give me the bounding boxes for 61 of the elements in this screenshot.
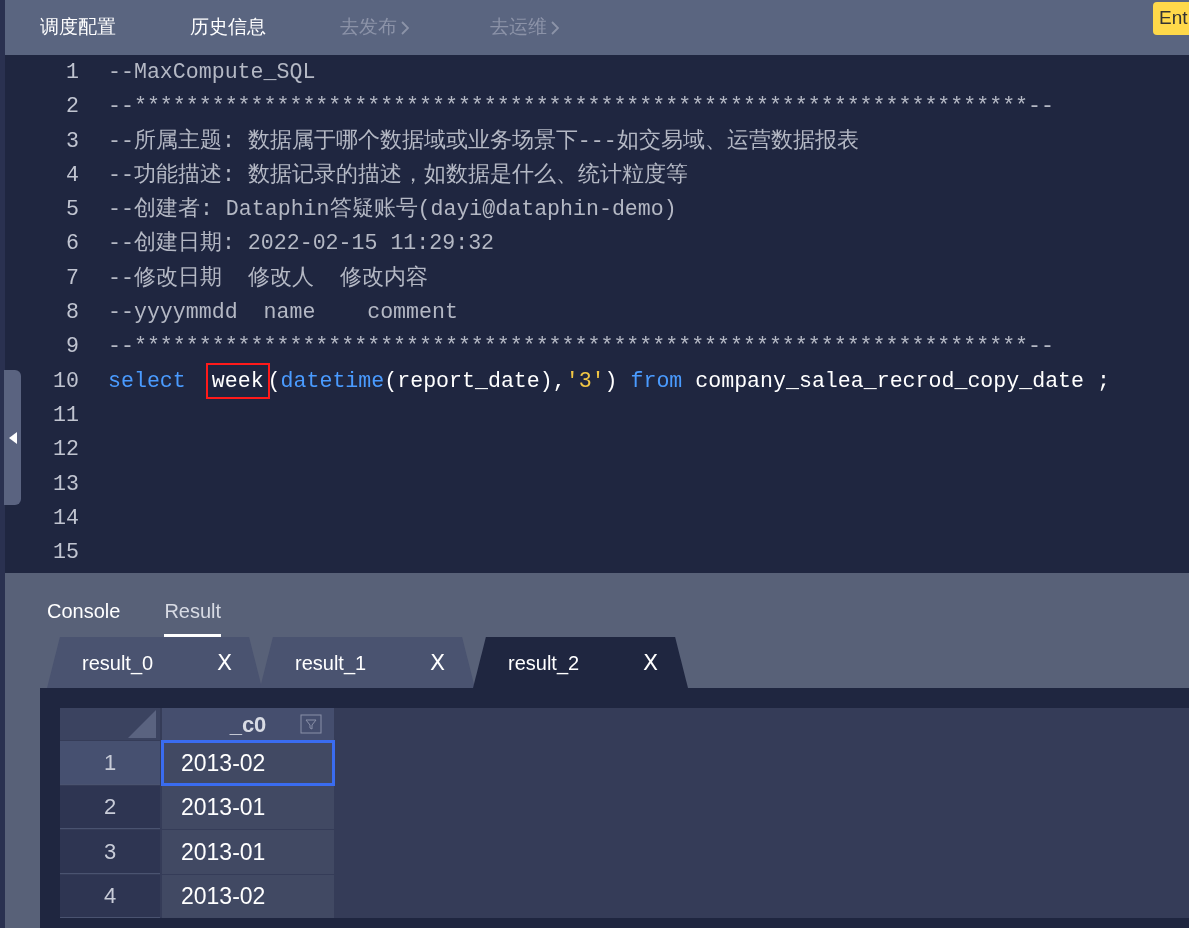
line-number: 3 bbox=[65, 127, 79, 155]
tab-label: result_1 bbox=[295, 650, 367, 677]
line-number: 15 bbox=[52, 539, 79, 567]
caret-left-icon bbox=[8, 431, 17, 444]
code-text: --yyyymmdd name comment bbox=[108, 299, 458, 327]
code-text: '3' bbox=[565, 367, 605, 395]
code-text: datetime bbox=[280, 367, 385, 395]
corner-triangle-icon bbox=[128, 710, 156, 738]
line-number: 8 bbox=[65, 299, 79, 327]
result-tab[interactable]: result_2 X bbox=[473, 637, 688, 688]
table-cell[interactable]: 2013-02 bbox=[162, 874, 334, 918]
filter-icon[interactable] bbox=[300, 714, 322, 734]
top-tab[interactable]: 历史信息 bbox=[190, 13, 304, 42]
line-number: 12 bbox=[52, 436, 79, 464]
chevron-right-icon bbox=[401, 20, 409, 35]
result-tab[interactable]: result_1 X bbox=[260, 637, 475, 688]
code-text: --创建日期: 2022-02-15 11:29:32 bbox=[108, 230, 495, 258]
code-text: --所属主题: 数据属于哪个数据域或业务场景下---如交易域、运营数据报表 bbox=[108, 127, 859, 155]
table-cell[interactable]: 2013-01 bbox=[162, 785, 334, 829]
tooltip: Ent bbox=[1153, 2, 1189, 35]
line-number: 14 bbox=[52, 504, 79, 532]
code-text: (report_date), bbox=[384, 367, 566, 395]
code-text: --*********************************************************************-- bbox=[108, 93, 1054, 121]
line-number: 6 bbox=[65, 230, 79, 258]
code-text: --创建者: Dataphin答疑账号(dayi@dataphin-demo) bbox=[108, 196, 677, 224]
line-number: 1 bbox=[65, 58, 79, 86]
collapse-handle[interactable] bbox=[4, 370, 21, 505]
close-button[interactable]: X bbox=[429, 646, 445, 679]
code-text: select bbox=[108, 367, 186, 395]
close-button[interactable]: X bbox=[216, 646, 232, 679]
code-text: --MaxCompute_SQL bbox=[108, 58, 316, 86]
line-number: 2 bbox=[65, 93, 79, 121]
code-text: --功能描述: 数据记录的描述，如数据是什么、统计粒度等 bbox=[108, 161, 688, 189]
result-tab[interactable]: result_0 X bbox=[47, 637, 262, 688]
code-text: --*********************************************************************-- bbox=[108, 333, 1054, 361]
close-button[interactable]: X bbox=[642, 646, 658, 679]
line-number: 9 bbox=[65, 333, 79, 361]
column-header[interactable]: _c0 bbox=[162, 708, 334, 740]
code-text: company_salea_recrod_copy_date ; bbox=[694, 367, 1110, 395]
code-text: --修改日期 修改人 修改内容 bbox=[108, 264, 428, 292]
table-cell[interactable]: 2013-02 bbox=[162, 741, 334, 785]
chevron-right-icon bbox=[551, 20, 559, 35]
row-number: 3 bbox=[60, 830, 160, 874]
tab-label: result_0 bbox=[82, 650, 154, 677]
panel-tab[interactable]: Console bbox=[47, 596, 121, 637]
row-number: 4 bbox=[60, 874, 160, 918]
top-tab[interactable]: 调度配置 bbox=[40, 13, 154, 42]
line-number: 5 bbox=[65, 196, 79, 224]
tab-label: result_2 bbox=[508, 650, 580, 677]
line-number: 13 bbox=[52, 470, 79, 498]
line-number: 4 bbox=[65, 161, 79, 189]
row-number: 1 bbox=[60, 741, 160, 785]
line-number: 10 bbox=[52, 367, 79, 395]
code-text: from bbox=[630, 367, 683, 395]
code-text: ( bbox=[267, 367, 281, 395]
code-text: week bbox=[207, 364, 268, 397]
line-number: 11 bbox=[52, 401, 79, 429]
table-cell[interactable]: 2013-01 bbox=[162, 830, 334, 874]
code-text: ) bbox=[604, 367, 619, 395]
line-number: 7 bbox=[65, 264, 79, 292]
row-number: 2 bbox=[60, 785, 160, 829]
